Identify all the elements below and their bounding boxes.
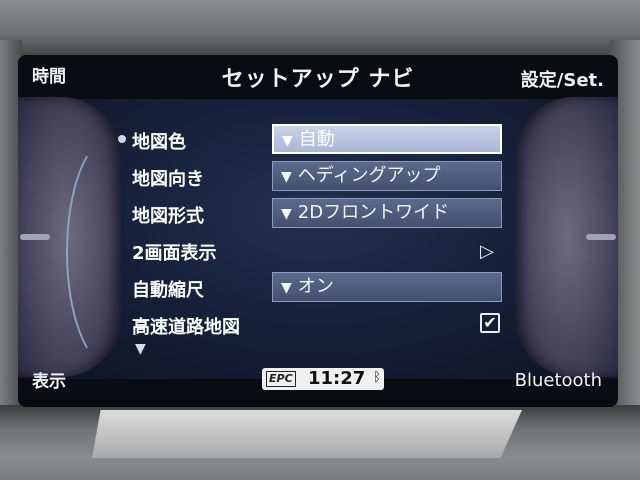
menu-item-label: 地図形式 bbox=[132, 206, 204, 227]
menu-item-map-orientation[interactable]: 地図向き ▼ ヘディングアップ bbox=[128, 159, 508, 196]
dropdown-triangle-icon: ▼ bbox=[281, 169, 292, 185]
dashboard-bezel-top bbox=[0, 0, 640, 60]
settings-softkey[interactable]: 設定/Set. bbox=[521, 66, 604, 92]
dropdown-value: オン bbox=[297, 276, 334, 297]
menu-item-highway-map[interactable]: 高速道路地図 ✔ bbox=[128, 307, 508, 344]
dropdown-value: ヘディングアップ bbox=[297, 165, 441, 186]
menu-item-label: 地図向き bbox=[132, 169, 204, 190]
dial-notch bbox=[586, 234, 616, 240]
dropdown-triangle-icon: ▼ bbox=[282, 133, 293, 149]
map-orientation-dropdown[interactable]: ▼ ヘディングアップ bbox=[272, 161, 502, 191]
epc-indicator: EPC bbox=[266, 371, 296, 387]
menu-item-map-format[interactable]: 地図形式 ▼ 2Dフロントワイド bbox=[128, 196, 508, 233]
map-format-dropdown[interactable]: ▼ 2Dフロントワイド bbox=[272, 198, 502, 228]
highway-map-checkbox[interactable]: ✔ bbox=[480, 313, 500, 333]
map-color-dropdown[interactable]: ▼ 自動 bbox=[272, 124, 502, 154]
auto-scale-dropdown[interactable]: ▼ オン bbox=[272, 272, 502, 302]
menu-item-label: 自動縮尺 bbox=[132, 280, 204, 301]
submenu-arrow-icon: ▷ bbox=[480, 241, 494, 262]
bluetooth-icon: ᛒ bbox=[373, 370, 381, 385]
clock: 11:27 bbox=[308, 368, 366, 389]
right-control-dial bbox=[515, 97, 618, 377]
dropdown-value: 自動 bbox=[298, 129, 335, 150]
dropdown-triangle-icon: ▼ bbox=[281, 206, 292, 222]
menu-item-label: 2画面表示 bbox=[132, 243, 217, 264]
navigation-display: 時間 セットアップ ナビ 設定/Set. 地図色 ▼ 自動 地図向き ▼ ヘディング… bbox=[18, 55, 618, 407]
dropdown-triangle-icon: ▼ bbox=[281, 280, 292, 296]
menu-item-label: 高速道路地図 bbox=[132, 317, 240, 338]
dial-notch bbox=[20, 234, 50, 240]
display-softkey[interactable]: 表示 bbox=[32, 367, 66, 392]
setup-menu: 地図色 ▼ 自動 地図向き ▼ ヘディングアップ 地図形式 ▼ 2Dフロントワイド 2… bbox=[118, 122, 508, 344]
menu-item-split-screen[interactable]: 2画面表示 ▷ bbox=[128, 233, 508, 270]
display-stand bbox=[92, 410, 522, 458]
scroll-down-icon: ▼ bbox=[135, 341, 146, 357]
status-bar: EPC 11:27 ᛒ bbox=[262, 368, 384, 390]
menu-item-label: 地図色 bbox=[118, 128, 186, 154]
bluetooth-softkey[interactable]: Bluetooth bbox=[515, 370, 602, 391]
menu-item-map-color[interactable]: 地図色 ▼ 自動 bbox=[118, 122, 508, 159]
menu-item-auto-scale[interactable]: 自動縮尺 ▼ オン bbox=[128, 270, 508, 307]
dropdown-value: 2Dフロントワイド bbox=[297, 202, 450, 223]
